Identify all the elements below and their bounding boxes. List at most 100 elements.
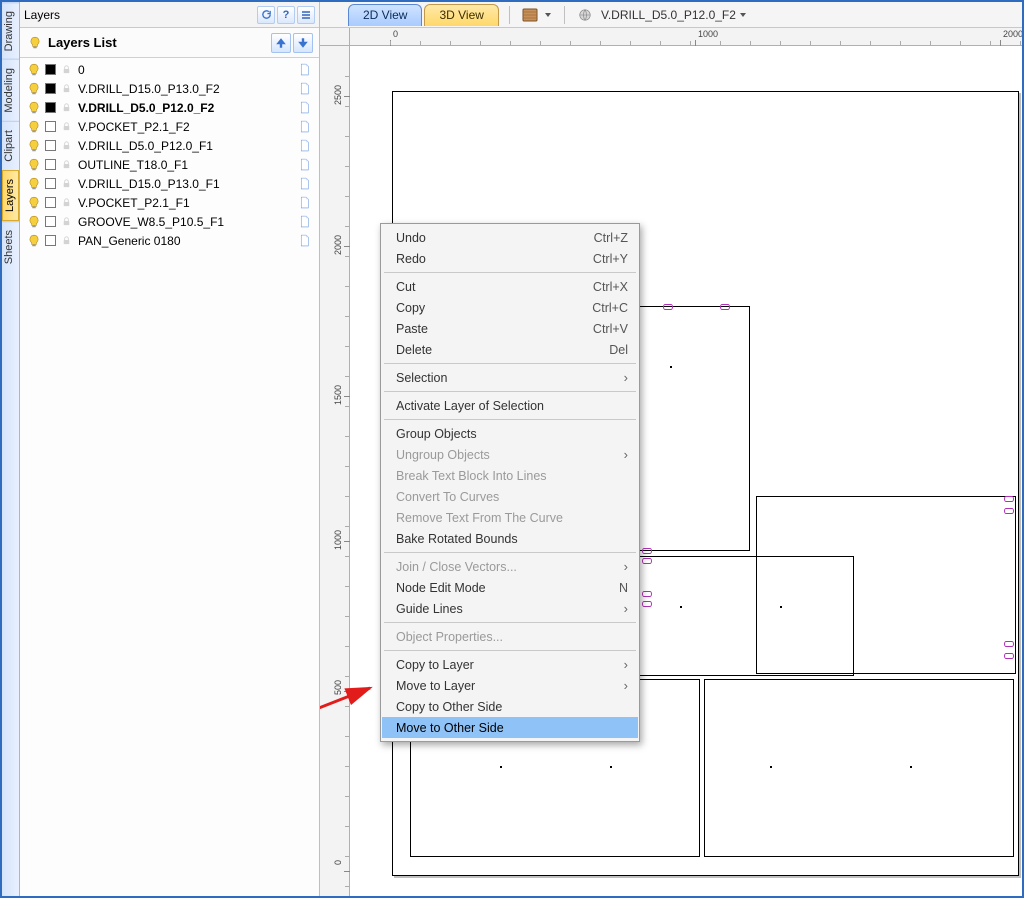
visibility-bulb-icon[interactable] bbox=[26, 120, 42, 134]
menu-item-guide-lines[interactable]: Guide Lines bbox=[382, 598, 638, 619]
layer-row[interactable]: V.POCKET_P2.1_F1 bbox=[20, 193, 319, 212]
layer-page-icon[interactable] bbox=[295, 82, 313, 95]
color-swatch[interactable] bbox=[42, 216, 58, 227]
menu-item-copy-to-other-side[interactable]: Copy to Other Side bbox=[382, 696, 638, 717]
color-swatch[interactable] bbox=[42, 140, 58, 151]
menu-item-paste[interactable]: PasteCtrl+V bbox=[382, 318, 638, 339]
layer-name: 0 bbox=[74, 63, 295, 77]
globe-icon[interactable] bbox=[575, 5, 595, 25]
layer-name: V.POCKET_P2.1_F1 bbox=[74, 196, 295, 210]
layer-page-icon[interactable] bbox=[295, 215, 313, 228]
layer-row[interactable]: V.DRILL_D5.0_P12.0_F1 bbox=[20, 136, 319, 155]
lock-icon[interactable] bbox=[58, 64, 74, 75]
layer-page-icon[interactable] bbox=[295, 234, 313, 247]
lock-icon[interactable] bbox=[58, 235, 74, 246]
layer-page-icon[interactable] bbox=[295, 139, 313, 152]
drill-hole bbox=[642, 591, 652, 597]
visibility-bulb-icon[interactable] bbox=[26, 177, 42, 191]
lock-icon[interactable] bbox=[58, 102, 74, 113]
visibility-bulb-icon[interactable] bbox=[26, 82, 42, 96]
lock-icon[interactable] bbox=[58, 178, 74, 189]
visibility-bulb-icon[interactable] bbox=[26, 158, 42, 172]
menu-item-copy-to-layer[interactable]: Copy to Layer bbox=[382, 654, 638, 675]
lock-icon[interactable] bbox=[58, 140, 74, 151]
color-swatch[interactable] bbox=[42, 102, 58, 113]
menu-item-delete[interactable]: DeleteDel bbox=[382, 339, 638, 360]
visibility-bulb-icon[interactable] bbox=[26, 196, 42, 210]
vtab-clipart[interactable]: Clipart bbox=[2, 121, 19, 170]
part[interactable] bbox=[756, 496, 1016, 674]
menu-item-activate-layer-of-selection[interactable]: Activate Layer of Selection bbox=[382, 395, 638, 416]
lock-icon[interactable] bbox=[58, 216, 74, 227]
drill-hole bbox=[720, 304, 730, 310]
move-layer-down-button[interactable] bbox=[293, 33, 313, 53]
help-icon[interactable]: ? bbox=[277, 6, 295, 24]
menu-item-node-edit-mode[interactable]: Node Edit ModeN bbox=[382, 577, 638, 598]
layer-row[interactable]: OUTLINE_T18.0_F1 bbox=[20, 155, 319, 174]
layer-row[interactable]: V.DRILL_D5.0_P12.0_F2 bbox=[20, 98, 319, 117]
layer-row[interactable]: V.POCKET_P2.1_F2 bbox=[20, 117, 319, 136]
menu-item-convert-to-curves: Convert To Curves bbox=[382, 486, 638, 507]
menu-item-break-text-block-into-lines: Break Text Block Into Lines bbox=[382, 465, 638, 486]
layers-panel: Layers ? Layers List 0 V.DRILL_D15.0_P13.… bbox=[20, 2, 320, 896]
layer-page-icon[interactable] bbox=[295, 120, 313, 133]
menu-item-undo[interactable]: UndoCtrl+Z bbox=[382, 227, 638, 248]
color-swatch[interactable] bbox=[42, 178, 58, 189]
color-swatch[interactable] bbox=[42, 197, 58, 208]
color-swatch[interactable] bbox=[42, 159, 58, 170]
vtab-drawing[interactable]: Drawing bbox=[2, 2, 19, 59]
visibility-bulb-icon[interactable] bbox=[26, 234, 42, 248]
layers-list-header: Layers List bbox=[20, 28, 319, 58]
layer-row[interactable]: GROOVE_W8.5_P10.5_F1 bbox=[20, 212, 319, 231]
lock-icon[interactable] bbox=[58, 121, 74, 132]
layer-page-icon[interactable] bbox=[295, 63, 313, 76]
lock-icon[interactable] bbox=[58, 159, 74, 170]
tab-3d-view[interactable]: 3D View bbox=[424, 4, 498, 26]
bulb-icon[interactable] bbox=[26, 34, 44, 52]
layer-page-icon[interactable] bbox=[295, 101, 313, 114]
layer-row[interactable]: PAN_Generic 0180 bbox=[20, 231, 319, 250]
vtab-modeling[interactable]: Modeling bbox=[2, 59, 19, 121]
canvas-2d-view[interactable]: 010002000 25002000150010005000 bbox=[320, 28, 1022, 896]
tab-2d-view[interactable]: 2D View bbox=[348, 4, 422, 26]
menu-item-move-to-layer[interactable]: Move to Layer bbox=[382, 675, 638, 696]
visibility-bulb-icon[interactable] bbox=[26, 139, 42, 153]
layer-page-icon[interactable] bbox=[295, 196, 313, 209]
drill-hole bbox=[1004, 641, 1014, 647]
layer-page-icon[interactable] bbox=[295, 158, 313, 171]
panel-title: Layers bbox=[24, 8, 255, 22]
material-icon[interactable] bbox=[520, 5, 540, 25]
layer-name: GROOVE_W8.5_P10.5_F1 bbox=[74, 215, 295, 229]
dropdown-icon[interactable] bbox=[542, 5, 554, 25]
color-swatch[interactable] bbox=[42, 83, 58, 94]
document-title[interactable]: V.DRILL_D5.0_P12.0_F2 bbox=[601, 8, 747, 22]
refresh-icon[interactable] bbox=[257, 6, 275, 24]
visibility-bulb-icon[interactable] bbox=[26, 101, 42, 115]
move-layer-up-button[interactable] bbox=[271, 33, 291, 53]
menu-item-redo[interactable]: RedoCtrl+Y bbox=[382, 248, 638, 269]
menu-item-cut[interactable]: CutCtrl+X bbox=[382, 276, 638, 297]
vtab-layers[interactable]: Layers bbox=[2, 170, 19, 221]
visibility-bulb-icon[interactable] bbox=[26, 215, 42, 229]
menu-icon[interactable] bbox=[297, 6, 315, 24]
part[interactable] bbox=[704, 679, 1014, 857]
color-swatch[interactable] bbox=[42, 235, 58, 246]
menu-item-selection[interactable]: Selection bbox=[382, 367, 638, 388]
layer-row[interactable]: V.DRILL_D15.0_P13.0_F1 bbox=[20, 174, 319, 193]
lock-icon[interactable] bbox=[58, 83, 74, 94]
vtab-sheets[interactable]: Sheets bbox=[2, 221, 19, 272]
menu-item-bake-rotated-bounds[interactable]: Bake Rotated Bounds bbox=[382, 528, 638, 549]
layer-row[interactable]: V.DRILL_D15.0_P13.0_F2 bbox=[20, 79, 319, 98]
chevron-down-icon bbox=[739, 11, 747, 19]
lock-icon[interactable] bbox=[58, 197, 74, 208]
context-menu[interactable]: UndoCtrl+ZRedoCtrl+Y CutCtrl+XCopyCtrl+CP… bbox=[380, 223, 640, 742]
layer-page-icon[interactable] bbox=[295, 177, 313, 190]
menu-item-group-objects[interactable]: Group Objects bbox=[382, 423, 638, 444]
color-swatch[interactable] bbox=[42, 64, 58, 75]
color-swatch[interactable] bbox=[42, 121, 58, 132]
visibility-bulb-icon[interactable] bbox=[26, 63, 42, 77]
layer-list[interactable]: 0V.DRILL_D15.0_P13.0_F2V.DRILL_D5.0_P12.… bbox=[20, 58, 319, 896]
menu-item-move-to-other-side[interactable]: Move to Other Side bbox=[382, 717, 638, 738]
layer-row[interactable]: 0 bbox=[20, 60, 319, 79]
menu-item-copy[interactable]: CopyCtrl+C bbox=[382, 297, 638, 318]
